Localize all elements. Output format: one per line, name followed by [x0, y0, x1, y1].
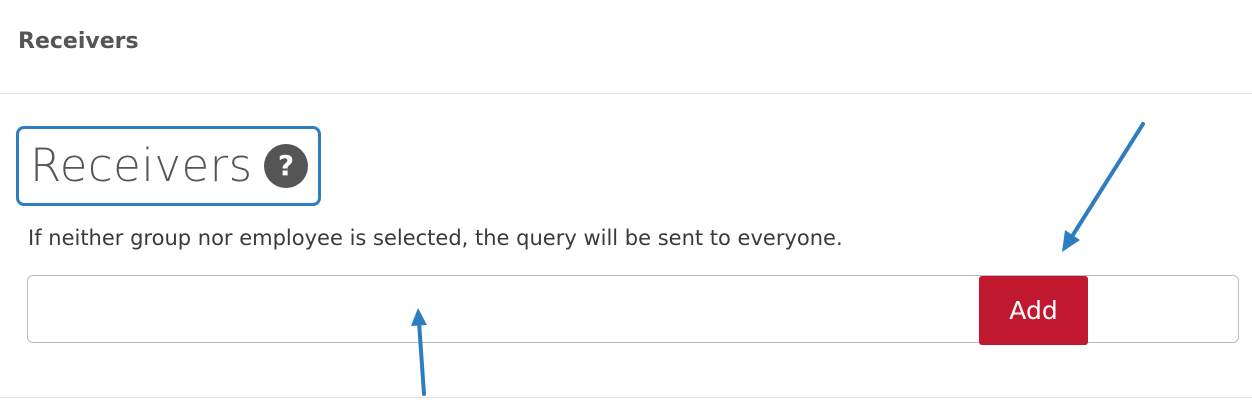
footer-divider [0, 397, 1252, 398]
receiver-search-input[interactable] [28, 276, 968, 342]
receivers-heading: Receivers [30, 139, 253, 192]
panel-title: Receivers [18, 29, 139, 54]
question-circle-icon[interactable]: ? [264, 144, 308, 188]
arrow-to-add-button [1062, 122, 1145, 252]
add-button[interactable]: Add [979, 276, 1088, 345]
header-divider [0, 93, 1252, 94]
receivers-hint: If neither group nor employee is selecte… [28, 226, 843, 250]
receivers-panel: Receivers Receivers ? If neither group n… [0, 0, 1252, 400]
